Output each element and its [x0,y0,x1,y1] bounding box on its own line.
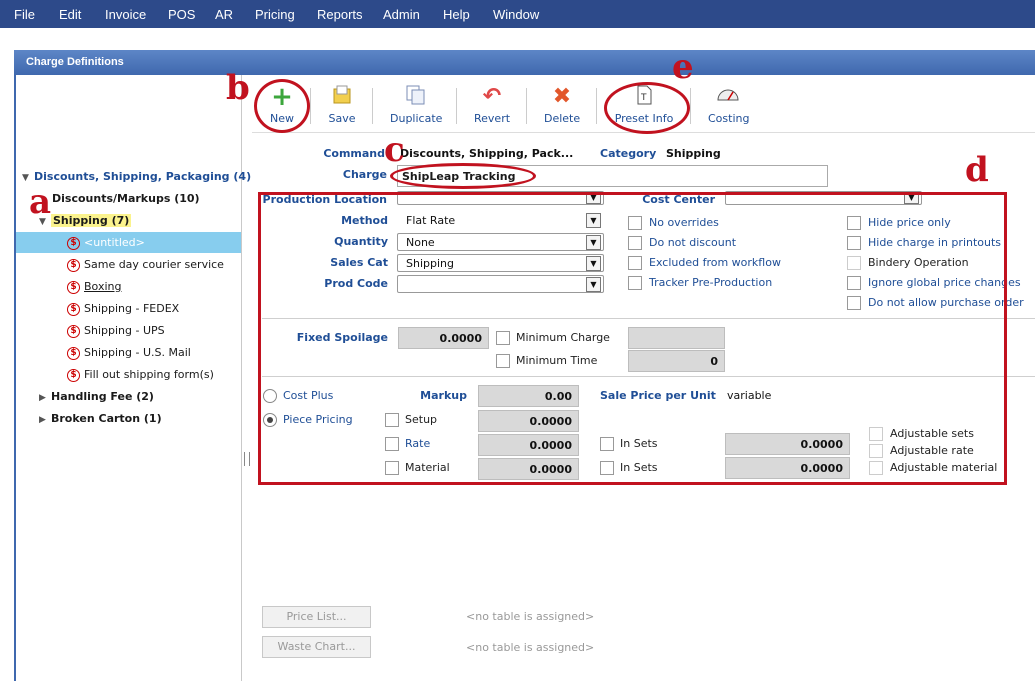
duplicate-button[interactable]: Duplicate [390,84,442,125]
menu-bar: File Edit Invoice POS AR Pricing Reports… [0,0,1035,28]
delete-button[interactable]: ✖ Delete [544,84,580,125]
annotation-box-details [258,192,1007,485]
menu-invoice[interactable]: Invoice [105,7,146,22]
toolbar-separator [690,88,691,124]
menu-edit[interactable]: Edit [59,7,81,22]
annotation-ring-preset [604,82,690,134]
save-button[interactable]: Save [326,84,358,125]
toolbar-separator [526,88,527,124]
tree-node-handling[interactable]: Handling Fee (2) [51,390,154,403]
charge-icon: $ [67,369,80,382]
annotation-letter-a: a [29,182,52,222]
charge-icon: $ [67,325,80,338]
revert-button[interactable]: ↶ Revert [474,84,510,125]
expand-arrow-icon[interactable]: ▼ [22,173,29,183]
panel-header: Charge Definitions [14,50,1035,75]
revert-icon: ↶ [482,84,502,109]
toolbar-separator [456,88,457,124]
menu-pricing[interactable]: Pricing [255,7,295,22]
menu-file[interactable]: File [14,7,35,22]
charge-icon: $ [67,347,80,360]
waste-chart-button[interactable]: Waste Chart... [262,636,371,658]
charge-label: Charge [342,168,387,181]
toolbar-separator [310,88,311,124]
menu-reports[interactable]: Reports [317,7,363,22]
gauge-icon [715,84,741,110]
annotation-letter-c: c [384,130,405,170]
save-icon [329,84,355,110]
tree-item-same-day-courier[interactable]: Same day courier service [84,258,224,271]
menu-pos[interactable]: POS [168,7,195,22]
menu-help[interactable]: Help [443,7,470,22]
collapse-arrow-icon[interactable]: ▶ [39,393,46,403]
category-value: Shipping [666,147,721,160]
tree-item-fedex[interactable]: Shipping - FEDEX [84,302,179,315]
collapse-arrow-icon[interactable]: ▶ [39,415,46,425]
tree-item-usmail[interactable]: Shipping - U.S. Mail [84,346,191,359]
waste-chart-status: <no table is assigned> [466,641,595,654]
charge-icon: $ [67,281,80,294]
delete-x-icon: ✖ [552,84,572,109]
tree-item-untitled[interactable]: <untitled> [84,236,145,249]
annotation-ring-charge [390,163,536,189]
toolbar-separator [596,88,597,124]
tree-node-broken-carton[interactable]: Broken Carton (1) [51,412,162,425]
duplicate-icon [402,84,428,110]
tree-node-shipping[interactable]: Shipping (7) [51,214,132,227]
menu-admin[interactable]: Admin [383,7,420,22]
annotation-letter-b: b [226,68,250,108]
panel-title: Charge Definitions [26,56,124,68]
category-label: Category [600,147,657,160]
charge-icon: $ [67,259,80,272]
toolbar-separator [372,88,373,124]
costing-button[interactable]: Costing [708,84,749,125]
tree-item-boxing[interactable]: Boxing [84,280,121,293]
menu-window[interactable]: Window [493,7,539,22]
menu-ar[interactable]: AR [215,7,233,22]
tree-item-ups[interactable]: Shipping - UPS [84,324,165,337]
splitter-handle[interactable] [244,452,250,466]
charge-icon: $ [67,237,80,250]
annotation-letter-e: e [672,47,694,87]
tree-item-shipping-form[interactable]: Fill out shipping form(s) [84,368,214,381]
command-value: Discounts, Shipping, Pack... [400,147,574,160]
tree-node-discounts[interactable]: Discounts/Markups (10) [52,192,200,205]
tree-node-root[interactable]: Discounts, Shipping, Packaging (4) [34,170,251,183]
charge-icon: $ [67,303,80,316]
annotation-letter-d: d [965,150,989,190]
command-label: Command [323,147,385,160]
price-list-status: <no table is assigned> [466,610,595,623]
price-list-button[interactable]: Price List... [262,606,371,628]
annotation-ring-new [254,79,310,133]
